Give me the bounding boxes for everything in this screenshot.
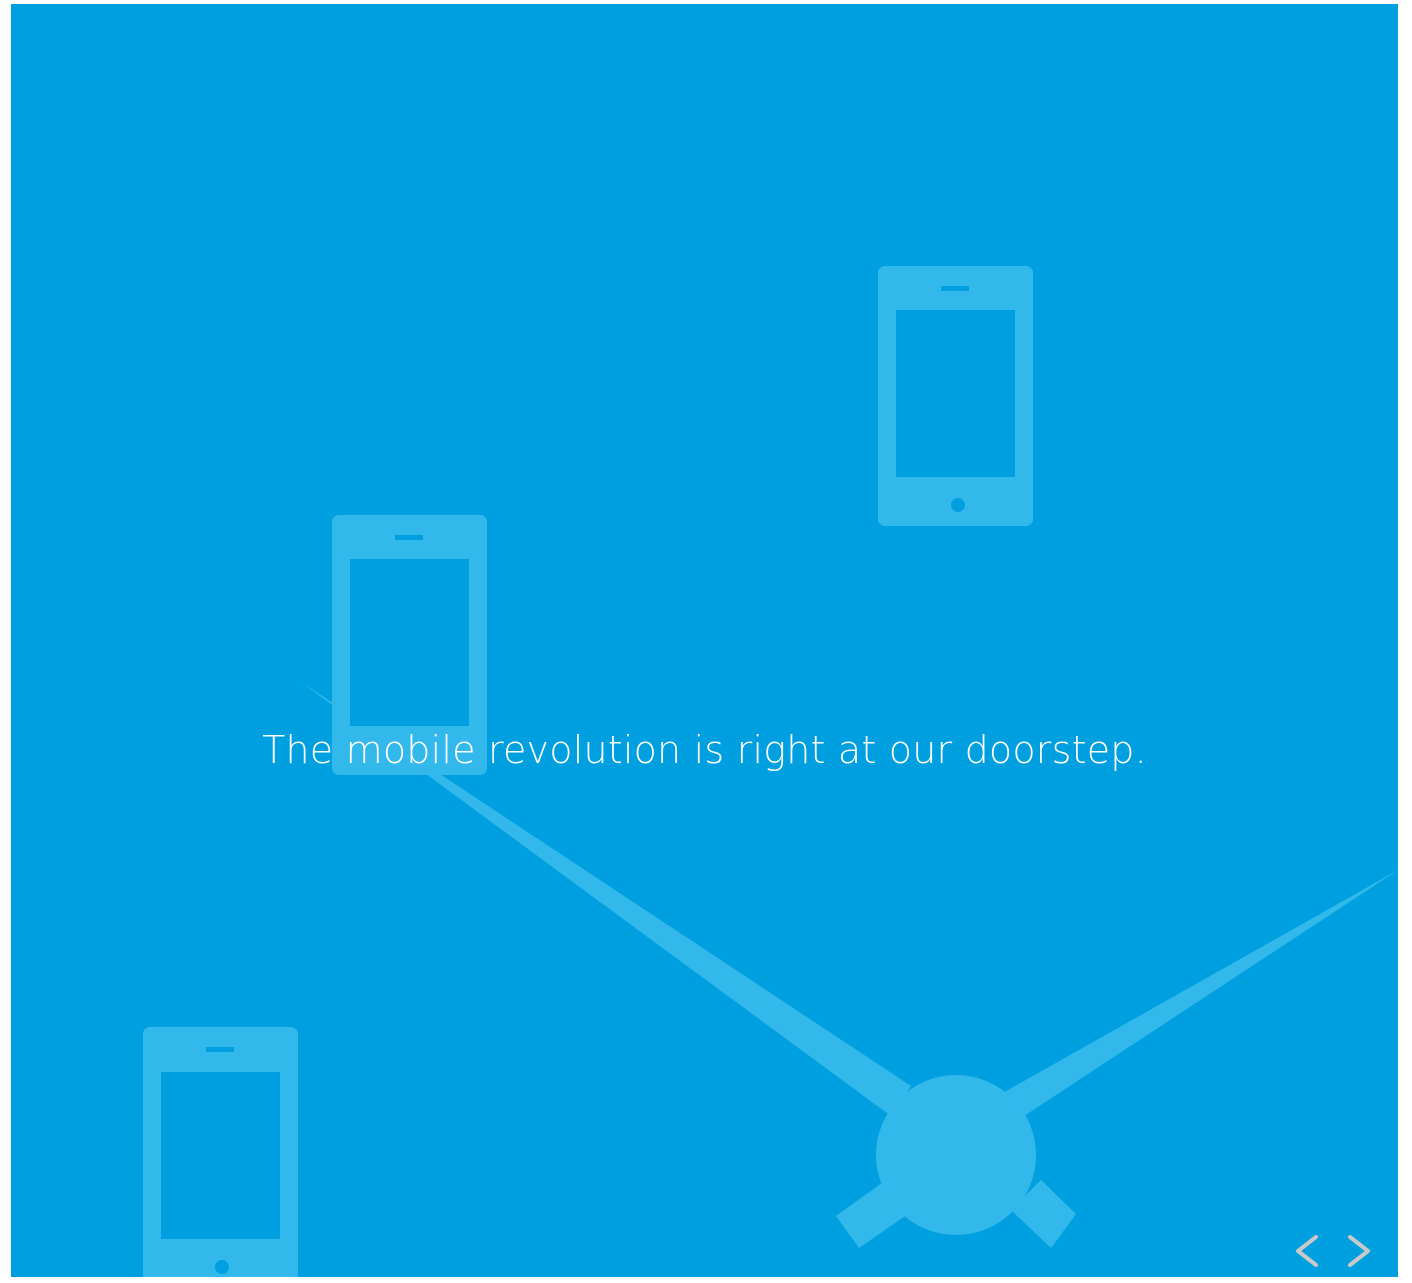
next-slide-button[interactable]	[1340, 1231, 1384, 1275]
slide-artwork	[11, 4, 1398, 1277]
slide: The mobile revolution is right at our do…	[11, 4, 1398, 1277]
chevron-right-icon	[1348, 1235, 1370, 1267]
slide-caption: The mobile revolution is right at our do…	[262, 728, 1147, 772]
previous-slide-button[interactable]	[1286, 1231, 1330, 1275]
chevron-left-icon	[1296, 1235, 1318, 1267]
mobile-phone-icon	[143, 1027, 298, 1277]
slide-navigation	[1278, 1217, 1398, 1277]
mobile-phone-icon	[878, 266, 1033, 526]
clock-icon	[876, 1075, 1036, 1235]
